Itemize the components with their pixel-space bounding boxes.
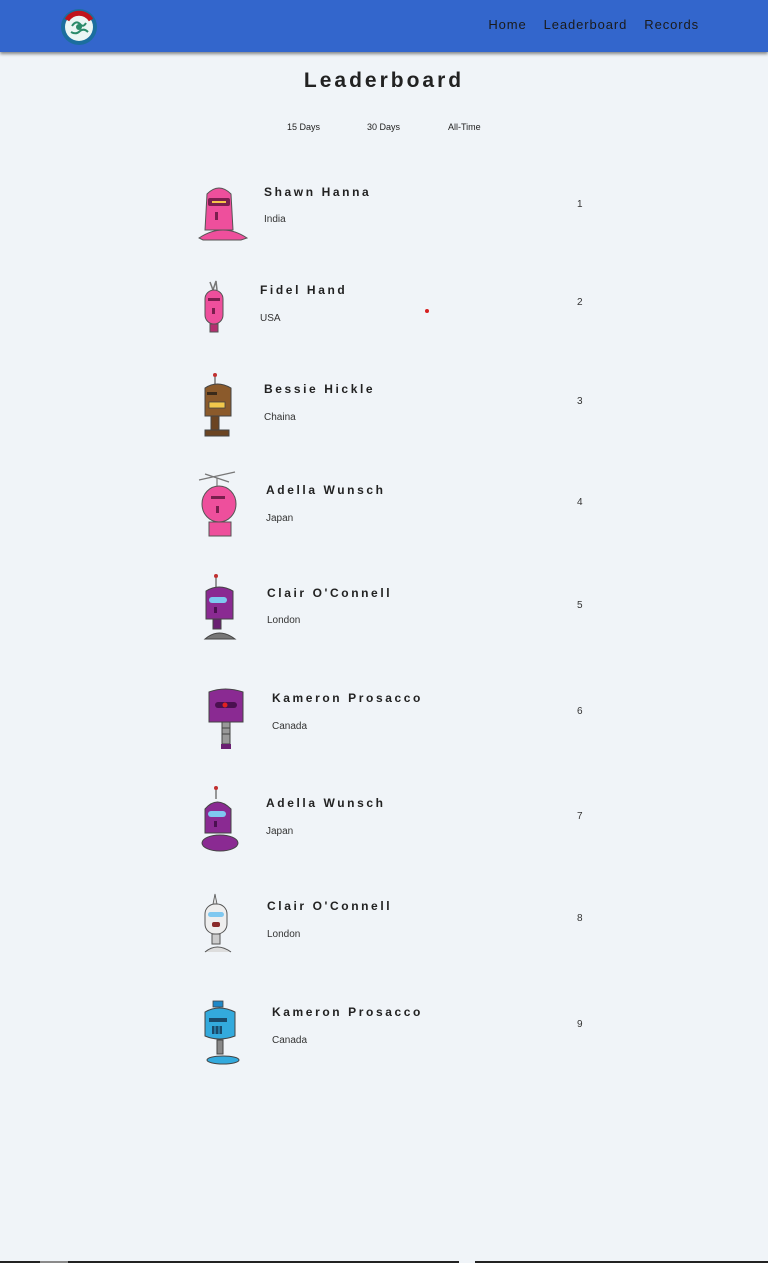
top-navbar: Home Leaderboard Records [0,0,768,52]
player-rank: 9 [577,1019,583,1030]
page-title: Leaderboard [303,69,465,92]
player-country: USA [260,313,281,324]
globe-logo-icon[interactable] [57,4,101,48]
nav-leaderboard-link[interactable]: Leaderboard [544,17,628,32]
nav-records-link[interactable]: Records [644,17,699,32]
player-name: Shawn Hanna [264,185,372,199]
purple-dome-robot-icon [201,786,239,852]
player-rank: 5 [577,600,583,611]
pink-knight-robot-icon [198,187,249,241]
filter-15-days[interactable]: 15 Days [287,122,320,132]
player-name: Fidel Hand [260,283,348,297]
player-rank: 1 [577,199,583,210]
leaderboard-row[interactable]: Shawn Hanna India 1 [195,182,595,272]
player-country: Japan [266,513,294,524]
player-name: Clair O'Connell [267,586,393,600]
player-country: India [264,214,286,225]
leaderboard-row[interactable]: Fidel Hand USA 2 [195,280,595,370]
leaderboard-row[interactable]: Kameron Prosacco Canada 6 [195,682,595,772]
player-rank: 4 [577,497,583,508]
player-name: Adella Wunsch [266,796,386,810]
player-rank: 2 [577,297,583,308]
player-rank: 8 [577,913,583,924]
leaderboard-row[interactable]: Adella Wunsch Japan 7 [195,785,595,875]
leaderboard-row[interactable]: Clair O'Connell London 5 [195,573,595,663]
nav-home-link[interactable]: Home [488,17,526,32]
leaderboard-row[interactable]: Bessie Hickle Chaina 3 [195,372,595,462]
filter-30-days[interactable]: 30 Days [367,122,400,132]
purple-visor-robot-icon [203,574,237,640]
player-country: Canada [272,1035,308,1046]
player-rank: 6 [577,706,583,717]
player-country: London [267,615,301,626]
leaderboard-row[interactable]: Clair O'Connell London 8 [195,890,595,980]
brown-antenna-robot-icon [204,373,232,437]
white-horn-robot-icon [204,893,232,953]
leaderboard-row[interactable]: Adella Wunsch Japan 4 [195,470,595,560]
leaderboard-row[interactable]: Kameron Prosacco Canada 9 [195,996,595,1086]
player-rank: 7 [577,811,583,822]
pink-tv-antenna-robot-icon [198,471,237,537]
player-country: London [267,929,301,940]
pink-mohawk-robot-icon [204,280,224,333]
player-name: Bessie Hickle [264,382,376,396]
player-name: Adella Wunsch [266,483,386,497]
red-dot-marker [425,309,429,313]
player-name: Clair O'Connell [267,899,393,913]
player-name: Kameron Prosacco [272,691,423,705]
player-name: Kameron Prosacco [272,1005,423,1019]
player-country: Japan [266,826,294,837]
player-rank: 3 [577,396,583,407]
purple-cyclops-robot-icon [208,688,244,749]
filter-all-time[interactable]: All-Time [448,122,481,132]
blue-grille-robot-icon [204,1000,240,1065]
player-country: Chaina [264,412,296,423]
player-country: Canada [272,721,308,732]
